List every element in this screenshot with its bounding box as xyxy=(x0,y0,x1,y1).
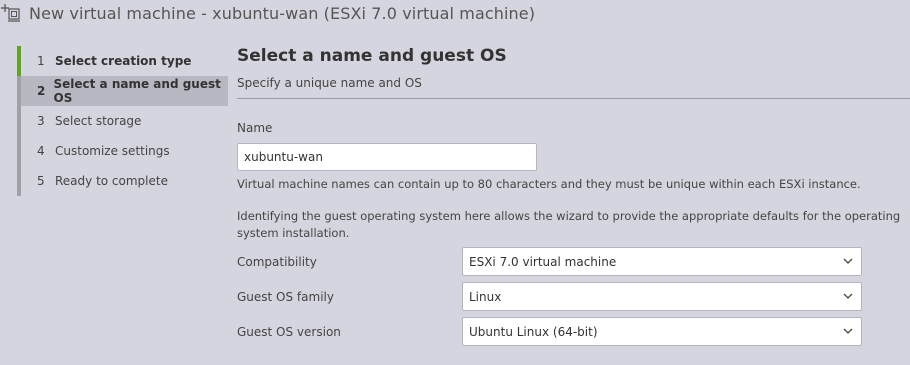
guest-os-version-value: Ubuntu Linux (64-bit) xyxy=(469,324,598,339)
wizard-step-name-and-os[interactable]: 2 Select a name and guest OS xyxy=(17,76,228,106)
chevron-down-icon xyxy=(843,328,853,334)
guest-os-version-label: Guest OS version xyxy=(237,325,341,339)
compatibility-label: Compatibility xyxy=(237,255,317,269)
wizard-content: Select a name and guest OS Specify a uni… xyxy=(228,38,910,365)
guest-os-description: Identifying the guest operating system h… xyxy=(237,209,901,240)
guest-os-family-label: Guest OS family xyxy=(237,290,334,304)
wizard-steps-list: 1 Select creation type 2 Select a name a… xyxy=(17,46,228,196)
dialog-title: New virtual machine - xubuntu-wan (ESXi … xyxy=(29,4,536,23)
compatibility-value: ESXi 7.0 virtual machine xyxy=(469,254,617,269)
vm-name-input[interactable] xyxy=(237,143,537,171)
step-number: 3 xyxy=(37,114,45,128)
dialog-titlebar: New virtual machine - xubuntu-wan (ESXi … xyxy=(0,0,910,38)
new-vm-icon xyxy=(1,4,20,22)
step-number: 2 xyxy=(37,84,46,98)
wizard-step-creation-type[interactable]: 1 Select creation type xyxy=(17,46,228,76)
chevron-down-icon xyxy=(843,258,853,264)
step-label: Select creation type xyxy=(55,54,192,68)
guest-os-family-value: Linux xyxy=(469,289,502,304)
step-label: Ready to complete xyxy=(55,174,168,188)
wizard-step-ready-to-complete[interactable]: 5 Ready to complete xyxy=(17,166,228,196)
step-number: 5 xyxy=(37,174,45,188)
compatibility-select[interactable]: ESXi 7.0 virtual machine xyxy=(462,247,862,276)
step-number: 1 xyxy=(37,54,45,68)
step-number: 4 xyxy=(37,144,45,158)
wizard-step-storage[interactable]: 3 Select storage xyxy=(17,106,228,136)
guest-os-version-select[interactable]: Ubuntu Linux (64-bit) xyxy=(462,317,862,346)
step-label: Select a name and guest OS xyxy=(53,77,221,105)
step-label: Select storage xyxy=(55,114,142,128)
title-divider xyxy=(237,98,910,99)
page-subtitle: Specify a unique name and OS xyxy=(237,76,422,90)
name-hint: Virtual machine names can contain up to … xyxy=(237,177,861,191)
page-title: Select a name and guest OS xyxy=(237,46,507,66)
step-label: Customize settings xyxy=(55,144,170,158)
wizard-step-customize-settings[interactable]: 4 Customize settings xyxy=(17,136,228,166)
wizard-steps-sidebar: 1 Select creation type 2 Select a name a… xyxy=(0,38,228,365)
name-label: Name xyxy=(237,121,273,135)
chevron-down-icon xyxy=(843,293,853,299)
guest-os-family-select[interactable]: Linux xyxy=(462,282,862,311)
